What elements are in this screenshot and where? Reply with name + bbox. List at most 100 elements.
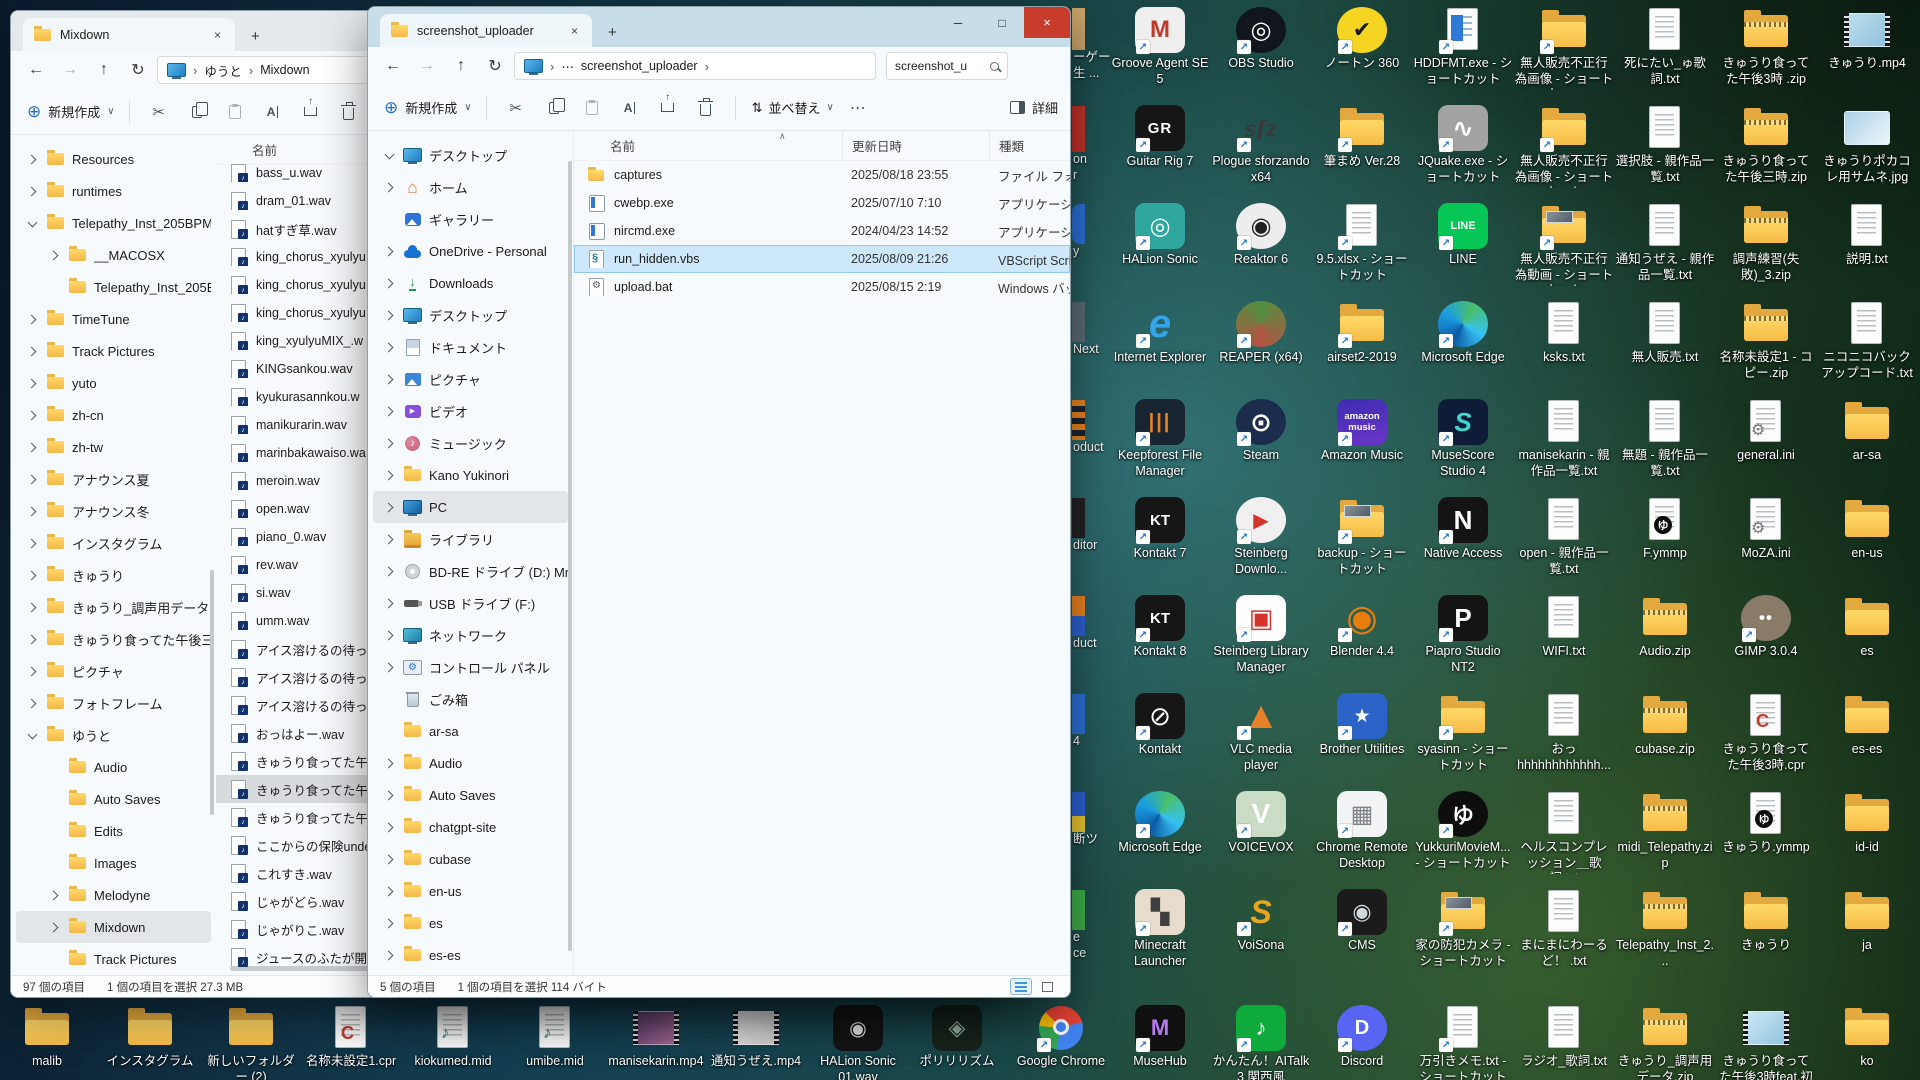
sidebar-item[interactable]: デスクトップ <box>373 299 568 331</box>
chevron-icon[interactable] <box>382 948 396 962</box>
desktop-icon[interactable]: ksks.txt <box>1514 300 1614 398</box>
sidebar-item[interactable]: Telepathy_Inst_205BPM <box>16 207 211 239</box>
details-view-button[interactable] <box>1010 978 1032 995</box>
paste-button[interactable] <box>216 96 254 128</box>
desktop-icon[interactable]: ◈ ポリリリズム <box>907 1004 1007 1080</box>
desktop-icon[interactable]: open - 親作品一覧.txt <box>1514 496 1614 594</box>
occluded-desktop-icon[interactable]: on r <box>1071 106 1117 183</box>
chevron-icon[interactable] <box>47 248 61 262</box>
cut-button[interactable]: ✂ <box>140 96 178 128</box>
desktop-icon[interactable]: きゅうり.mp4 <box>1817 6 1917 104</box>
sidebar-item[interactable]: デスクトップ <box>373 139 568 171</box>
sidebar-item[interactable]: ピクチャ <box>373 363 568 395</box>
sidebar-item[interactable]: Edits <box>16 815 211 847</box>
desktop-icon[interactable]: 新しいフォルダー (2) <box>201 1004 301 1080</box>
desktop-icon[interactable]: Telepathy_Inst_2... <box>1615 888 1715 986</box>
cut-button[interactable]: ✂ <box>497 92 535 124</box>
chevron-icon[interactable] <box>382 724 396 738</box>
sidebar-item[interactable]: TimeTune <box>16 303 211 335</box>
desktop-icon[interactable]: P Piapro Studio NT2 <box>1413 594 1513 692</box>
desktop-icon[interactable]: ◎ HALion Sonic <box>1110 202 1210 300</box>
chevron-icon[interactable] <box>382 820 396 834</box>
sidebar-scrollbar[interactable] <box>210 570 214 815</box>
new-tab-button[interactable]: + <box>602 24 623 41</box>
occluded-desktop-icon[interactable]: 断ツ <box>1071 792 1117 848</box>
desktop-icon[interactable]: 9.5.xlsx - ショートカット <box>1312 202 1412 300</box>
sidebar-item[interactable]: Melodyne <box>16 879 211 911</box>
desktop-icon[interactable]: C 名称未設定1.cpr <box>301 1004 401 1080</box>
sidebar-item[interactable]: きゅうり <box>16 559 211 591</box>
desktop-icon[interactable]: 調声練習(失敗)_3.zip <box>1716 202 1816 300</box>
desktop-icon[interactable]: M MuseHub <box>1110 1004 1210 1080</box>
desktop-icon[interactable]: 通知うぜえ.mp4 <box>706 1004 806 1080</box>
chevron-icon[interactable] <box>47 280 61 294</box>
occluded-desktop-icon[interactable]: ーゲー 生 ... <box>1071 8 1117 81</box>
sidebar-item[interactable]: フォトフレーム <box>16 687 211 719</box>
sidebar-item[interactable]: OneDrive - Personal <box>373 235 568 267</box>
chevron-icon[interactable] <box>382 180 396 194</box>
tab-close-button[interactable]: × <box>567 24 582 38</box>
sidebar-item[interactable]: Auto Saves <box>373 779 568 811</box>
copy-button[interactable] <box>178 96 216 128</box>
chevron-icon[interactable] <box>25 216 39 230</box>
desktop-icon[interactable]: きゅうり食ってた午後3時 .zip <box>1716 6 1816 104</box>
back-button[interactable]: ← <box>21 56 51 84</box>
desktop-icon[interactable]: 名称未設定1 - コピー.zip <box>1716 300 1816 398</box>
copy-button[interactable] <box>535 92 573 124</box>
sidebar-item[interactable]: Audio <box>16 751 211 783</box>
desktop-icon[interactable]: きゅうり食ってた午後3時feat.初音ミク... <box>1716 1004 1816 1080</box>
details-button[interactable]: 詳細 <box>1010 98 1058 117</box>
sidebar-item[interactable]: zh-tw <box>16 431 211 463</box>
sidebar-scrollbar[interactable] <box>568 161 572 951</box>
forward-button[interactable]: → <box>412 52 442 80</box>
sidebar-item[interactable]: es-es <box>373 939 568 971</box>
desktop-icon[interactable]: Google Chrome <box>1011 1004 1111 1080</box>
desktop-icon[interactable]: ar-sa <box>1817 398 1917 496</box>
desktop-icon[interactable]: 万引きメモ.txt - ショートカット <box>1413 1004 1513 1080</box>
sidebar-item[interactable]: __MACOSX <box>16 239 211 271</box>
breadcrumb-item[interactable]: ゆうと <box>204 61 242 80</box>
chevron-icon[interactable] <box>382 148 396 162</box>
desktop-icon[interactable]: es <box>1817 594 1917 692</box>
desktop-icon[interactable]: ♪ umibe.mid <box>505 1004 605 1080</box>
column-header-type[interactable]: 種類 <box>989 131 1070 160</box>
delete-button[interactable] <box>687 92 725 124</box>
desktop-icon[interactable]: manisekarin - 親作品一覧.txt <box>1514 398 1614 496</box>
desktop-icon[interactable]: ニコニコバックアップコード.txt <box>1817 300 1917 398</box>
sidebar-item[interactable]: ギャラリー <box>373 203 568 235</box>
desktop-icon[interactable]: おっ hhhhhhhhhhhh... <box>1514 692 1614 790</box>
desktop-icon[interactable]: Microsoft Edge <box>1413 300 1513 398</box>
column-header-date[interactable]: 更新日時 <box>842 131 989 160</box>
back-button[interactable]: ← <box>378 52 408 80</box>
desktop-icon[interactable]: midi_Telepathy.zip <box>1615 790 1715 888</box>
sidebar-item[interactable]: ar-sa <box>373 715 568 747</box>
breadcrumb-ellipsis[interactable]: ⋯ <box>561 59 574 74</box>
chevron-icon[interactable] <box>25 536 39 550</box>
desktop-icon[interactable]: 無人販売不正行為画像 - ショートカッ... <box>1514 6 1614 104</box>
sidebar-item[interactable]: Audio <box>373 747 568 779</box>
occluded-desktop-icon[interactable]: oduct <box>1071 400 1117 456</box>
desktop-icon[interactable]: きゅうり <box>1716 888 1816 986</box>
desktop-icon[interactable]: GR Guitar Rig 7 <box>1110 104 1210 202</box>
chevron-icon[interactable] <box>382 212 396 226</box>
up-button[interactable]: ↑ <box>446 52 476 80</box>
refresh-button[interactable]: ↻ <box>480 52 510 80</box>
sidebar-item[interactable]: Images <box>16 847 211 879</box>
desktop-icon[interactable]: manisekarin.mp4 <box>606 1004 706 1080</box>
desktop-icon[interactable]: M Groove Agent SE 5 <box>1110 6 1210 104</box>
desktop-icon[interactable]: backup - ショートカット <box>1312 496 1412 594</box>
desktop-icon[interactable]: HDDFMT.exe - ショートカット <box>1413 6 1513 104</box>
file-row[interactable]: captures 2025/08/18 23:55 ファイル フォルダー <box>574 161 1070 189</box>
desktop-icon[interactable]: 死にたい_ゅ歌詞.txt <box>1615 6 1715 104</box>
sidebar-item[interactable]: Resources <box>16 143 211 175</box>
desktop-icon[interactable]: syasinn - ショートカット <box>1413 692 1513 790</box>
sidebar-item[interactable]: インスタグラム <box>16 527 211 559</box>
refresh-button[interactable]: ↻ <box>123 56 153 84</box>
desktop-icon[interactable]: Audio.zip <box>1615 594 1715 692</box>
desktop-icon[interactable]: 説明.txt <box>1817 202 1917 300</box>
sidebar-item[interactable]: Telepathy_Inst_205BPM <box>16 271 211 303</box>
sidebar-item[interactable]: en-us <box>373 875 568 907</box>
delete-button[interactable] <box>330 96 368 128</box>
sidebar-item[interactable]: ピクチャ <box>16 655 211 687</box>
chevron-icon[interactable] <box>382 372 396 386</box>
